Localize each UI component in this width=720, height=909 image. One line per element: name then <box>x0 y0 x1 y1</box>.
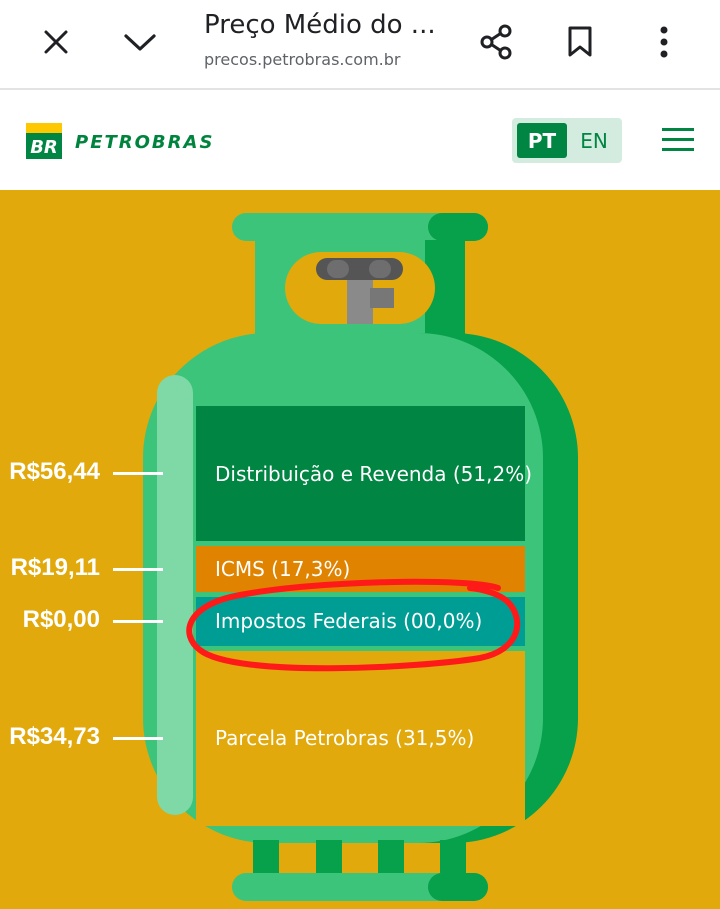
price-breakdown-graphic: Distribuição e Revenda (51,2%) ICMS (17,… <box>0 190 720 909</box>
more-vert-icon <box>660 26 668 58</box>
logo-wordmark: PETROBRAS <box>75 132 215 153</box>
segment-label-parcela-petrobras: Parcela Petrobras (31,5%) <box>215 726 475 750</box>
page-url: precos.petrobras.com.br <box>204 50 401 69</box>
price-tick <box>113 620 163 623</box>
menu-button[interactable] <box>662 128 694 154</box>
logo-badge-text: BR <box>30 137 58 158</box>
segment-label-impostos-federais: Impostos Federais (00,0%) <box>215 609 483 633</box>
page-title: Preço Médio do ... <box>204 10 436 40</box>
segment-label-distribuicao: Distribuição e Revenda (51,2%) <box>215 462 533 486</box>
bookmark-button[interactable] <box>558 20 602 64</box>
price-tick <box>113 737 163 740</box>
lang-en-button[interactable]: EN <box>570 123 618 158</box>
more-options-button[interactable] <box>644 20 684 64</box>
collapse-button[interactable] <box>120 22 160 62</box>
price-icms: R$19,11 <box>10 554 100 581</box>
price-tick <box>113 472 163 475</box>
br-badge-icon: BR <box>26 123 62 159</box>
lang-pt-button[interactable]: PT <box>517 123 567 158</box>
segment-label-icms: ICMS (17,3%) <box>215 557 351 581</box>
language-switcher: PT EN <box>512 118 622 163</box>
hamburger-icon <box>662 128 694 131</box>
petrobras-logo[interactable]: BR <box>26 123 62 163</box>
browser-toolbar: Preço Médio do ... precos.petrobras.com.… <box>0 0 720 90</box>
site-header: BR PETROBRAS PT EN <box>0 90 720 190</box>
price-distribuicao: R$56,44 <box>9 458 100 485</box>
share-button[interactable] <box>474 20 518 64</box>
close-icon <box>44 30 68 54</box>
price-tick <box>113 568 163 571</box>
chevron-down-icon <box>124 34 156 51</box>
price-parcela-petrobras: R$34,73 <box>9 723 100 750</box>
share-icon <box>480 24 512 60</box>
gas-cylinder-illustration <box>143 213 578 901</box>
close-tab-button[interactable] <box>36 22 76 62</box>
price-impostos-federais: R$0,00 <box>22 606 100 633</box>
bookmark-icon <box>568 26 592 57</box>
